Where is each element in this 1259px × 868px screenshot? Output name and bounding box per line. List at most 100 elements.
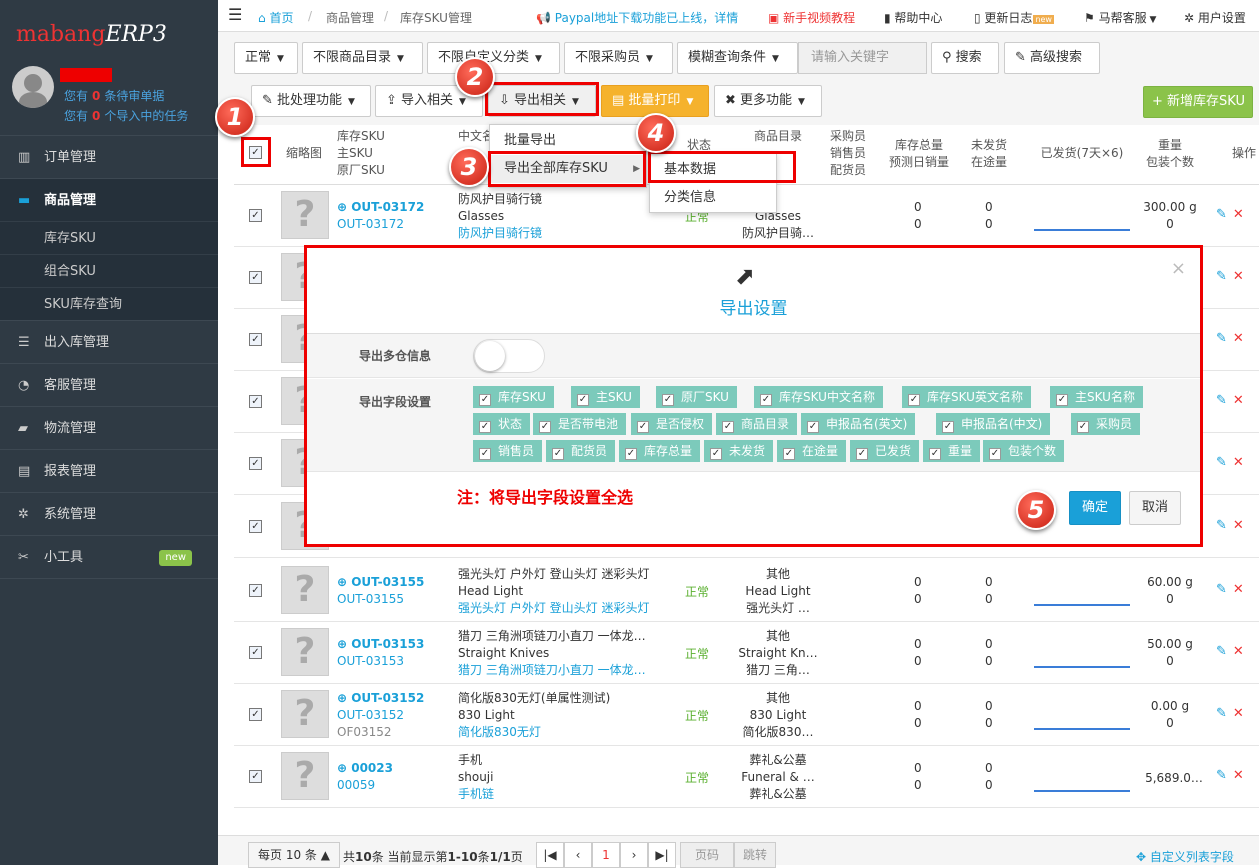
edit-icon[interactable]: ✎ [1216,582,1227,597]
edit-icon[interactable]: ✎ [1216,207,1227,222]
row-checkbox[interactable]: ✓ [249,584,262,597]
first-page-button[interactable]: |◀ [536,842,564,868]
more-actions-button[interactable]: ✖ 更多功能 ▼ [714,85,822,117]
unshipped: 0 [985,575,993,589]
row-checkbox[interactable]: ✓ [249,395,262,408]
nav-logistics[interactable]: ▰ 物流管理 [0,406,218,449]
sku-link[interactable]: ⊕ OUT-03152 [337,690,424,707]
import-task-link[interactable]: 您有 0 个导入中的任务 [64,107,188,124]
stock-total: 0 [914,761,922,775]
buyer-filter[interactable]: 不限采购员 ▼ [564,42,673,74]
orders-icon: ▥ [18,150,31,165]
main-sku[interactable]: OUT-03153 [337,653,404,670]
delete-icon[interactable]: ✕ [1233,331,1244,346]
per-page-select[interactable]: 每页 10 条 ▲ [248,842,340,868]
cn-name-link[interactable]: 防风护目骑行镜 [458,225,542,242]
support-dropdown[interactable]: ⚑ 马帮客服 ▼ [1084,9,1156,26]
edit-icon[interactable]: ✎ [1216,768,1227,783]
edit-icon[interactable]: ✎ [1216,331,1227,346]
next-page-button[interactable]: › [620,842,648,868]
row-checkbox[interactable]: ✓ [249,708,262,721]
search-button[interactable]: ⚲ 搜索 [931,42,999,74]
sku-link[interactable]: ⊕ 00023 [337,760,393,777]
shipped-sparkline [1034,728,1130,730]
forecast: 0 [914,716,922,730]
row-checkbox[interactable]: ✓ [249,520,262,533]
nav-products[interactable]: ▬ 商品管理 [0,178,218,221]
query-condition-select[interactable]: 模糊查询条件 ▼ [677,42,798,74]
col-stock: 库存总量 预测日销量 [888,138,949,169]
nav-warehouse[interactable]: ☰ 出入库管理 [0,320,218,363]
pack-count: 0 [1166,592,1174,606]
delete-icon[interactable]: ✕ [1233,518,1244,533]
delete-icon[interactable]: ✕ [1233,207,1244,222]
jump-button[interactable]: 跳转 [734,842,776,868]
row-checkbox[interactable]: ✓ [249,209,262,222]
delete-icon[interactable]: ✕ [1233,706,1244,721]
delete-icon[interactable]: ✕ [1233,582,1244,597]
nav-customer-service[interactable]: ◔ 客服管理 [0,363,218,406]
edit-icon[interactable]: ✎ [1216,518,1227,533]
table-row: ✓ ? ⊕ OUT-03153 OUT-03153 猎刀 三角洲项链刀小直刀 一… [234,622,1259,684]
user-settings-link[interactable]: ✲ 用户设置 [1184,9,1246,26]
row-checkbox[interactable]: ✓ [249,333,262,346]
page-number-input[interactable]: 页码 [680,842,734,868]
delete-icon[interactable]: ✕ [1233,269,1244,284]
nav-tools[interactable]: ✂ 小工具 new [0,535,218,578]
cn-name-link[interactable]: 强光头灯 户外灯 登山头灯 迷彩头灯 [458,600,658,617]
catalog-filter[interactable]: 不限商品目录 ▼ [302,42,423,74]
row-actions: ✎ ✕ [1216,269,1244,284]
page-1-button[interactable]: 1 [592,842,620,868]
subnav-stock-sku[interactable]: 库存SKU [0,221,218,254]
row-checkbox[interactable]: ✓ [249,271,262,284]
shipped-sparkline [1034,790,1130,792]
sku-link[interactable]: ⊕ OUT-03155 [337,574,424,591]
cn-name-link[interactable]: 猎刀 三角洲项链刀小直刀 一体龙… [458,662,658,679]
main-sku[interactable]: 00059 [337,777,375,794]
sku-link[interactable]: ⊕ OUT-03172 [337,199,424,216]
row-checkbox[interactable]: ✓ [249,770,262,783]
advanced-search-button[interactable]: ✎ 高级搜索 [1004,42,1100,74]
book-icon: ▮ [884,11,895,25]
search-input[interactable]: 请输入关键字 [798,42,927,74]
sku-link[interactable]: ⊕ OUT-03153 [337,636,424,653]
nav-system[interactable]: ✲ 系统管理 [0,492,218,535]
last-page-button[interactable]: ▶| [648,842,676,868]
delete-icon[interactable]: ✕ [1233,455,1244,470]
edit-icon[interactable]: ✎ [1216,644,1227,659]
menu-category-info[interactable]: 分类信息 [650,184,776,212]
edit-icon[interactable]: ✎ [1216,393,1227,408]
row-checkbox[interactable]: ✓ [249,457,262,470]
cn-name-link[interactable]: 手机链 [458,786,494,803]
breadcrumb-products[interactable]: 商品管理 [326,9,374,26]
pending-review-link[interactable]: 您有 0 条待审单据 [64,87,164,104]
help-center-link[interactable]: ▮ 帮助中心 [884,9,942,26]
video-tutorial-link[interactable]: ▣ 新手视频教程 [768,9,855,26]
subnav-combo-sku[interactable]: 组合SKU [0,254,218,287]
nav-reports[interactable]: ▤ 报表管理 [0,449,218,492]
prev-page-button[interactable]: ‹ [564,842,592,868]
cn-name-link[interactable]: 简化版830无灯 [458,724,541,741]
avatar[interactable] [12,66,54,108]
changelog-link[interactable]: ▯ 更新日志 new [974,9,1054,26]
edit-icon[interactable]: ✎ [1216,269,1227,284]
breadcrumb-home[interactable]: ⌂ 首页 [258,9,293,26]
row-checkbox[interactable]: ✓ [249,646,262,659]
delete-icon[interactable]: ✕ [1233,644,1244,659]
menu-toggle-icon[interactable]: ☰ [228,5,242,24]
notice-link[interactable]: 📢 Paypal地址下载功能已上线，详情 [536,9,738,26]
status-filter[interactable]: 正常 ▼ [234,42,298,74]
edit-icon[interactable]: ✎ [1216,706,1227,721]
edit-icon[interactable]: ✎ [1216,455,1227,470]
custom-columns-link[interactable]: ✥ 自定义列表字段 [1136,848,1234,865]
subnav-sku-inventory[interactable]: SKU库存查询 [0,287,218,320]
add-sku-button[interactable]: + 新增库存SKU [1143,86,1253,118]
nav-orders[interactable]: ▥ 订单管理 [0,135,218,178]
batch-action-button[interactable]: ✎ 批处理功能 ▼ [251,85,371,117]
delete-icon[interactable]: ✕ [1233,768,1244,783]
main-sku[interactable]: OUT-03172 [337,216,404,233]
main-sku[interactable]: OUT-03152 [337,707,404,724]
delete-icon[interactable]: ✕ [1233,393,1244,408]
cn-name: 猎刀 三角洲项链刀小直刀 一体龙… [458,629,646,643]
main-sku[interactable]: OUT-03155 [337,591,404,608]
